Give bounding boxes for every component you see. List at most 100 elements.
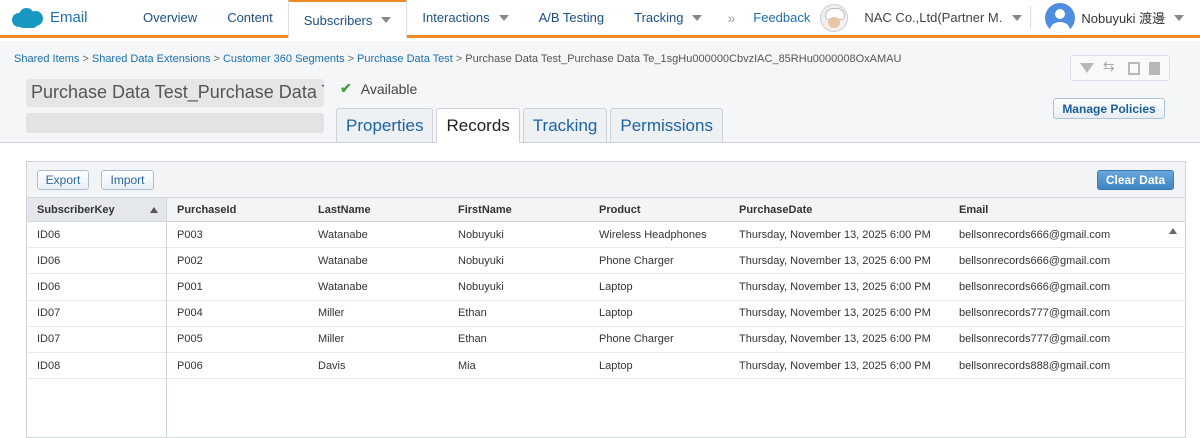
first-name-cell: Ethan [458,333,487,346]
purchase-id-cell: P006 [177,359,203,372]
subscriber-key-cell: ID06 [37,280,61,293]
table-row[interactable]: P001 Watanabe Nobuyuki Laptop Thursday, … [167,274,1185,301]
user-avatar-icon[interactable] [1045,2,1076,33]
table-row[interactable]: ID06 [27,222,166,249]
account-label: NAC Co.,Ltd(Partner M... [864,10,1004,25]
filter-icon[interactable] [1079,63,1094,73]
scrollable-columns: PurchaseId LastName FirstName Product Pu… [167,198,1185,437]
breadcrumb: Shared Items > Shared Data Extensions > Cust… [14,53,901,65]
first-name-cell: Nobuyuki [458,254,504,267]
breadcrumb-current: Purchase Data Test_Purchase Data Te_1sgH… [465,53,902,65]
table-row[interactable]: ID06 [27,248,166,275]
column-header-lastname[interactable]: LastName [318,204,371,216]
clear-data-button[interactable]: Clear Data [1097,170,1174,190]
first-name-cell: Nobuyuki [458,280,504,293]
nav-overview[interactable]: Overview [128,0,212,35]
scroll-up-arrow-icon[interactable] [1169,228,1177,234]
email-cell: bellsonrecords777@gmail.com [959,307,1111,320]
table-row[interactable]: P005 Miller Ethan Phone Charger Thursday… [167,327,1185,353]
breadcrumb-link[interactable]: Shared Items [14,53,79,65]
trash-icon[interactable] [1149,61,1161,75]
sort-ascending-icon[interactable] [150,207,158,213]
table-row[interactable]: ID06 [27,274,166,301]
table-row[interactable]: ID07 [27,301,166,327]
table-row[interactable]: ID08 [27,353,166,380]
table-row[interactable]: P003 Watanabe Nobuyuki Wireless Headphon… [167,222,1185,249]
frozen-column: SubscriberKey ID06 ID06 ID06 ID07 ID07 I… [27,198,167,437]
table-row[interactable]: ID07 [27,327,166,353]
column-header-firstname[interactable]: FirstName [458,204,512,216]
email-cell: bellsonrecords666@gmail.com [959,280,1111,293]
purchase-date-cell: Thursday, November 13, 2025 6:00 PM [739,307,931,320]
export-button[interactable]: Export [37,170,89,190]
product-cell: Phone Charger [599,254,674,267]
user-menu[interactable]: Nobuyuki 渡邊 [1075,0,1192,35]
import-button[interactable]: Import [101,170,154,190]
breadcrumb-separator: > [347,53,355,65]
last-name-cell: Davis [318,359,346,372]
einstein-avatar-icon[interactable] [820,3,849,32]
column-header-purchasedate[interactable]: PurchaseDate [739,204,812,216]
product-cell: Laptop [599,280,633,293]
grid-toolbar: Export Import Clear Data [27,162,1185,198]
column-header-subscriberkey[interactable]: SubscriberKey [27,198,166,222]
breadcrumb-separator: > [82,53,89,65]
chevron-down-icon [381,17,392,23]
data-extension-name-field[interactable]: Purchase Data Test_Purchase Data T [26,79,324,107]
email-cell: bellsonrecords888@gmail.com [959,359,1111,372]
product-cell: Laptop [599,359,633,372]
purchase-id-cell: P003 [177,228,203,241]
column-header-email[interactable]: Email [959,204,988,216]
breadcrumb-link[interactable]: Customer 360 Segments [223,53,345,65]
user-name: Nobuyuki 渡邊 [1081,11,1166,26]
top-nav: Email Overview Content Subscribers Inter… [0,0,1200,38]
nav-content[interactable]: Content [212,0,288,35]
subscriber-key-cell: ID07 [37,307,61,320]
nav-tracking[interactable]: Tracking [619,0,717,35]
table-row[interactable]: P004 Miller Ethan Laptop Thursday, Novem… [167,301,1185,327]
nav-interactions[interactable]: Interactions [407,0,523,35]
salesforce-cloud-icon [12,7,44,29]
product-cell: Wireless Headphones [599,228,707,241]
column-header-purchaseid[interactable]: PurchaseId [177,204,236,216]
feedback-link[interactable]: Feedback [745,0,814,35]
more-nav-icon[interactable]: » [717,0,745,35]
subscriber-key-cell: ID06 [37,254,61,267]
tab-records[interactable]: Records [436,108,520,143]
first-name-cell: Ethan [458,307,487,320]
nav-ab-testing-label: A/B Testing [538,10,605,25]
chevron-down-icon [692,14,703,21]
subscriber-key-cell: ID08 [37,359,61,372]
records-grid: Export Import Clear Data SubscriberKey I… [26,161,1186,438]
move-icon[interactable] [1103,58,1119,75]
table-row[interactable]: P002 Watanabe Nobuyuki Phone Charger Thu… [167,248,1185,275]
breadcrumb-separator: > [213,53,220,65]
purchase-id-cell: P001 [177,280,203,293]
tab-bar: Properties Records Tracking Permissions [336,108,726,143]
purchase-date-cell: Thursday, November 13, 2025 6:00 PM [739,228,931,241]
purchase-id-cell: P002 [177,254,203,267]
description-field[interactable] [26,113,324,133]
breadcrumb-link[interactable]: Purchase Data Test [357,53,453,65]
breadcrumb-link[interactable]: Shared Data Extensions [92,53,211,65]
copy-icon[interactable] [1128,61,1141,75]
table-row[interactable]: P006 Davis Mia Laptop Thursday, November… [167,353,1185,380]
last-name-cell: Watanabe [318,228,368,241]
tab-permissions[interactable]: Permissions [610,108,723,142]
nav-subscribers[interactable]: Subscribers [287,0,408,38]
last-name-cell: Watanabe [318,280,368,293]
chevron-down-icon [1174,14,1185,21]
nav-tracking-label: Tracking [634,10,684,25]
subscriber-key-cell: ID06 [37,228,61,241]
account-switcher[interactable]: NAC Co.,Ltd(Partner M... [848,0,1030,35]
tab-tracking[interactable]: Tracking [522,108,608,142]
nav-ab-testing[interactable]: A/B Testing [524,0,620,35]
chevron-down-icon [498,14,509,21]
nav-subscribers-label: Subscribers [303,12,373,28]
column-header-product[interactable]: Product [599,204,641,216]
manage-policies-button[interactable]: Manage Policies [1053,98,1165,119]
tab-properties[interactable]: Properties [336,108,434,142]
status-text: Available [360,80,418,97]
brand[interactable]: Email [0,0,128,35]
last-name-cell: Watanabe [318,254,368,267]
